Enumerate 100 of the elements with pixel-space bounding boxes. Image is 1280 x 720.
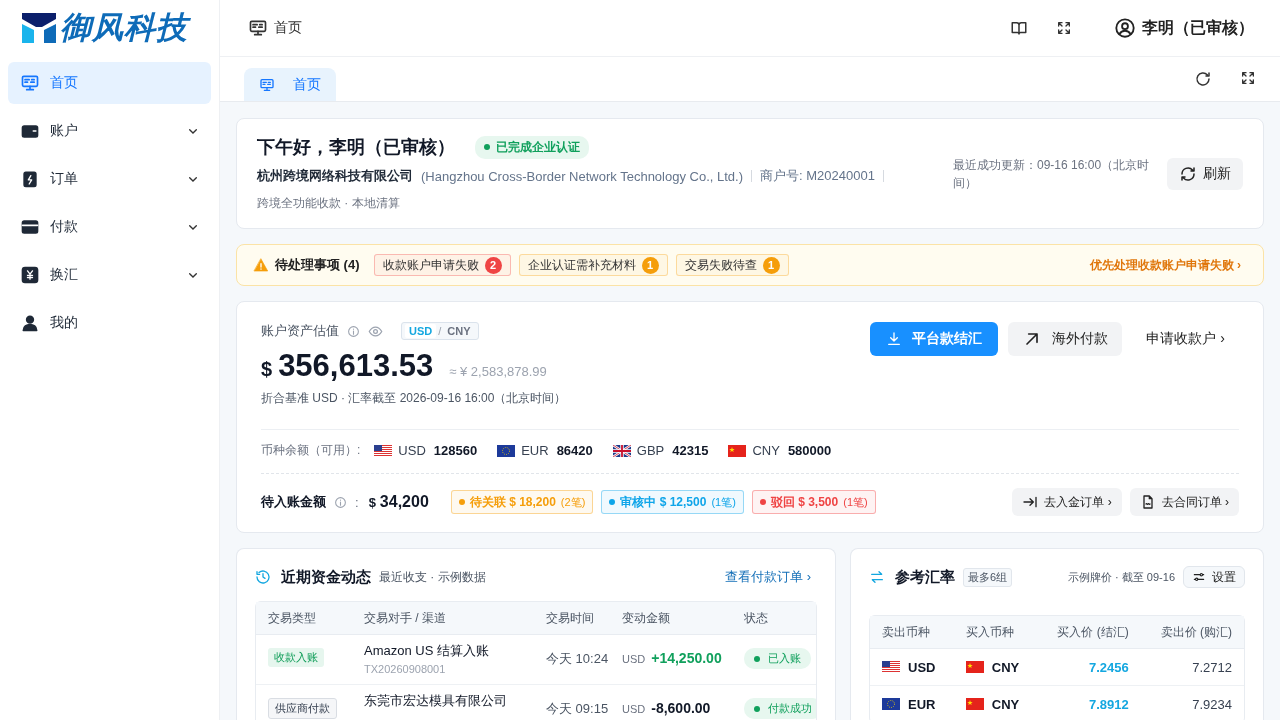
sidebar-item[interactable]: 我的 bbox=[8, 302, 211, 344]
flag-icon bbox=[965, 698, 984, 710]
refresh-icon bbox=[1194, 70, 1212, 88]
status-tag: 驳回 $ 3,500 (1笔) bbox=[751, 490, 876, 514]
book-icon bbox=[1010, 19, 1028, 37]
pending-title: 待处理事项 (4) bbox=[275, 256, 360, 274]
count-badge: 1 bbox=[762, 256, 780, 274]
view-orders-link[interactable]: 查看付款订单 › bbox=[719, 567, 817, 587]
bid-rate: 7.2456 bbox=[1089, 659, 1129, 675]
sidebar-item[interactable]: 首页 bbox=[8, 62, 211, 104]
flag-icon bbox=[497, 444, 516, 457]
link-button[interactable]: 去合同订单 › bbox=[1129, 488, 1239, 516]
pending-chip[interactable]: 企业认证需补充材料 1 bbox=[518, 254, 668, 276]
type-tag: 供应商付款 bbox=[268, 698, 337, 719]
separator: : bbox=[355, 494, 359, 510]
arrow-to-line-icon bbox=[1022, 494, 1039, 510]
counterparty: 东莞市宏达模具有限公司 bbox=[364, 692, 508, 710]
flag-icon bbox=[882, 661, 900, 673]
count-badge: 1 bbox=[641, 256, 659, 274]
company-english-name: (Hangzhou Cross-Border Network Technology Co., Ltd.) bbox=[421, 168, 744, 184]
currency-code: EUR bbox=[521, 443, 549, 458]
sidebar-item[interactable]: 换汇 bbox=[8, 254, 211, 296]
flag-icon bbox=[374, 444, 393, 457]
sidebar-item[interactable]: 订单 bbox=[8, 158, 211, 200]
currency-symbol: $ bbox=[368, 494, 376, 510]
pending-chip[interactable]: 收款账户申请失败 2 bbox=[373, 254, 511, 276]
refresh-icon bbox=[1179, 164, 1197, 183]
tab[interactable]: 首页 bbox=[244, 68, 336, 101]
monitor-icon bbox=[259, 76, 275, 93]
download-icon bbox=[886, 331, 903, 347]
sidebar-item[interactable]: 付款 bbox=[8, 206, 211, 248]
currency-option[interactable]: CNY bbox=[443, 324, 475, 338]
balance-amount: 128560 bbox=[433, 443, 478, 458]
sidebar-item[interactable]: 账户 bbox=[8, 110, 211, 152]
total-amount: 356,613.53 bbox=[278, 348, 434, 384]
currency-code: USD bbox=[398, 443, 426, 458]
user-icon bbox=[1114, 17, 1136, 39]
flag-icon bbox=[882, 698, 900, 710]
fullscreen-icon bbox=[1240, 70, 1256, 86]
status-tag: 待关联 $ 18,200 (2笔) bbox=[450, 490, 594, 514]
action-button[interactable]: 申请收款户 › bbox=[1132, 322, 1239, 356]
flag-icon bbox=[728, 444, 747, 457]
warning-icon bbox=[253, 257, 269, 273]
swap-icon bbox=[869, 569, 885, 585]
column-header: 买入币种 bbox=[953, 616, 1038, 649]
info-icon bbox=[334, 495, 347, 509]
limit-tag: 最多6组 bbox=[963, 567, 1013, 587]
panel-title: 近期资金动态 bbox=[281, 567, 371, 587]
column-header: 交易时间 bbox=[534, 602, 610, 635]
balance-amount: 86420 bbox=[556, 443, 593, 458]
column-header: 交易类型 bbox=[256, 602, 352, 635]
ask-rate: 7.2712 bbox=[1192, 659, 1232, 675]
counterparty: Amazon US 结算入账 bbox=[364, 642, 490, 660]
type-tag: 收款入账 bbox=[268, 648, 324, 667]
status-tag: 付款成功 bbox=[744, 698, 816, 719]
link-button[interactable]: 去入金订单 › bbox=[1012, 488, 1122, 516]
company-name: 杭州跨境网络科技有限公司 bbox=[257, 167, 413, 185]
amount: +14,250.00 bbox=[651, 650, 722, 666]
currency-code: USD bbox=[622, 653, 646, 665]
fullscreen-icon bbox=[1056, 20, 1072, 36]
currency-code: USD bbox=[622, 703, 646, 715]
rates-note: 示例牌价 · 截至 09-16 bbox=[1068, 569, 1175, 585]
logo-icon bbox=[21, 13, 56, 43]
balance-amount: 42315 bbox=[672, 443, 709, 458]
sliders-icon bbox=[1192, 570, 1206, 584]
refresh-button[interactable]: 刷新 bbox=[1167, 157, 1243, 190]
breadcrumb[interactable]: 首页 bbox=[274, 19, 302, 37]
basis-text: 折合基准 USD · 汇率截至 2026-09-16 16:00（北京时间） bbox=[261, 390, 568, 407]
user-menu[interactable]: 李明（已审核） bbox=[1108, 16, 1260, 40]
currency-symbol: $ bbox=[261, 358, 273, 381]
balance-amount: 580000 bbox=[787, 443, 832, 458]
column-header: 状态 bbox=[732, 602, 816, 635]
amount: -8,600.00 bbox=[651, 700, 711, 716]
incoming-amount: 34,200 bbox=[379, 493, 429, 511]
verified-badge: 已完成企业认证 bbox=[475, 135, 589, 159]
merchant-id: 商户号: M20240001 bbox=[760, 167, 875, 185]
greeting: 下午好，李明（已审核） bbox=[257, 136, 455, 159]
pending-chip[interactable]: 交易失败待查 1 bbox=[675, 254, 789, 276]
currency-code: GBP bbox=[636, 443, 665, 458]
cny-equivalent: ≈ ¥ 2,583,878.99 bbox=[449, 364, 547, 379]
currency-code: CNY bbox=[991, 659, 1020, 675]
settings-button[interactable]: 设置 bbox=[1183, 566, 1245, 588]
ask-rate: 7.9234 bbox=[1192, 696, 1232, 712]
transaction-id: TX20260908001 bbox=[364, 663, 447, 675]
monitor-icon bbox=[248, 18, 268, 38]
column-header: 交易对手 / 渠道 bbox=[352, 602, 534, 635]
assets-label: 账户资产估值 bbox=[261, 322, 339, 340]
column-header: 卖出币种 bbox=[870, 616, 954, 649]
flag-icon bbox=[965, 661, 984, 673]
flag-icon bbox=[612, 444, 631, 457]
currency-code: CNY bbox=[752, 443, 780, 458]
action-button[interactable]: 海外付款 bbox=[1008, 322, 1123, 356]
incoming-label: 待入账金额 bbox=[261, 493, 326, 511]
status-tag: 已入账 bbox=[744, 648, 811, 669]
history-icon bbox=[255, 569, 271, 585]
panel-title: 参考汇率 bbox=[895, 567, 955, 587]
column-header: 变动金额 bbox=[610, 602, 732, 635]
currency-code: CNY bbox=[991, 696, 1020, 712]
column-header: 买入价 (结汇) bbox=[1037, 616, 1141, 649]
bid-rate: 7.8912 bbox=[1089, 696, 1129, 712]
